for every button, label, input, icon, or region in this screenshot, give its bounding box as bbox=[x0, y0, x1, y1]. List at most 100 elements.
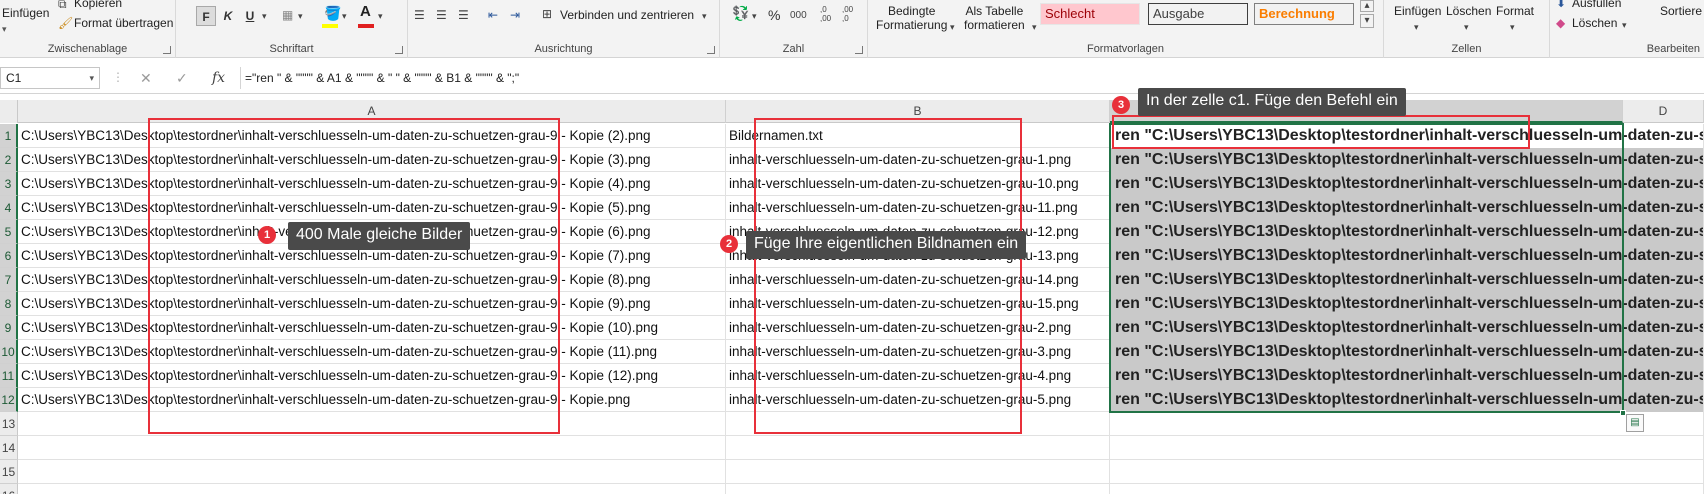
style-calculation[interactable]: Berechnung bbox=[1254, 3, 1354, 25]
row-header[interactable]: 11 bbox=[0, 364, 18, 388]
cell-b[interactable]: inhalt-verschluesseln-um-daten-zu-schuet… bbox=[726, 364, 1110, 388]
italic-button[interactable]: K bbox=[218, 6, 238, 26]
column-header-b[interactable]: B bbox=[726, 100, 1110, 123]
delete-cells-button[interactable]: Löschen bbox=[1446, 4, 1491, 18]
cell-c[interactable]: ren "C:\Users\YBC13\Desktop\testordner\i… bbox=[1110, 340, 1704, 364]
enter-icon[interactable]: ✓ bbox=[176, 70, 188, 87]
row-header[interactable]: 10 bbox=[0, 340, 18, 364]
row-header[interactable]: 2 bbox=[0, 148, 18, 172]
align-right-icon[interactable]: ☰ bbox=[458, 8, 469, 22]
format-cells-button[interactable]: Format bbox=[1496, 4, 1534, 18]
cell-b[interactable]: inhalt-verschluesseln-um-daten-zu-schuet… bbox=[726, 388, 1110, 412]
cell-a[interactable]: C:\Users\YBC13\Desktop\testordner\inhalt… bbox=[18, 196, 726, 220]
cell-c[interactable]: ren "C:\Users\YBC13\Desktop\testordner\i… bbox=[1110, 172, 1704, 196]
increase-indent-icon[interactable]: ⇥ bbox=[510, 8, 520, 22]
cell-b[interactable]: inhalt-verschluesseln-um-daten-zu-schuet… bbox=[726, 340, 1110, 364]
fill-button[interactable]: Ausfüllen bbox=[1572, 0, 1621, 10]
clipboard-launcher-icon[interactable] bbox=[163, 46, 171, 54]
name-box[interactable]: C1 ▾ bbox=[0, 67, 100, 89]
font-color-icon[interactable]: A bbox=[360, 4, 371, 19]
cell-c[interactable] bbox=[1110, 436, 1704, 460]
styles-scroll-up-icon[interactable]: ▴ bbox=[1360, 0, 1374, 12]
quick-analysis-icon[interactable]: ▤ bbox=[1626, 414, 1644, 432]
cell-c[interactable]: ren "C:\Users\YBC13\Desktop\testordner\i… bbox=[1110, 196, 1704, 220]
borders-icon[interactable]: ▦ bbox=[282, 8, 293, 22]
row-header[interactable]: 16 bbox=[0, 484, 18, 494]
copy-button[interactable]: Kopieren bbox=[74, 0, 122, 10]
cell-a[interactable]: C:\Users\YBC13\Desktop\testordner\inhalt… bbox=[18, 340, 726, 364]
fill-color-dropdown-icon[interactable]: ▾ bbox=[342, 9, 347, 23]
cell-b[interactable]: Bildernamen.txt bbox=[726, 124, 1110, 148]
underline-button[interactable]: U bbox=[240, 6, 260, 26]
cell-c[interactable] bbox=[1110, 412, 1704, 436]
percent-button[interactable]: % bbox=[768, 8, 780, 22]
cell-b[interactable]: inhalt-verschluesseln-um-daten-zu-schuet… bbox=[726, 148, 1110, 172]
increase-decimal-button[interactable]: ,0 ,00 bbox=[820, 5, 831, 23]
row-header[interactable]: 4 bbox=[0, 196, 18, 220]
row-header[interactable]: 9 bbox=[0, 316, 18, 340]
cell-c[interactable]: ren "C:\Users\YBC13\Desktop\testordner\i… bbox=[1110, 364, 1704, 388]
delete-cells-dropdown-icon[interactable]: ▾ bbox=[1464, 20, 1469, 34]
cell-c[interactable] bbox=[1110, 484, 1704, 494]
row-header[interactable]: 1 bbox=[0, 124, 18, 148]
alignment-launcher-icon[interactable] bbox=[707, 46, 715, 54]
row-header[interactable]: 14 bbox=[0, 436, 18, 460]
cell-b[interactable]: inhalt-verschluesseln-um-daten-zu-schuet… bbox=[726, 172, 1110, 196]
cell-a[interactable]: C:\Users\YBC13\Desktop\testordner\inhalt… bbox=[18, 292, 726, 316]
cell-c[interactable]: ren "C:\Users\YBC13\Desktop\testordner\i… bbox=[1110, 268, 1704, 292]
formula-input[interactable]: ="ren " & """" & A1 & """" & " " & """" … bbox=[240, 67, 1704, 89]
row-header[interactable]: 7 bbox=[0, 268, 18, 292]
select-all-corner[interactable] bbox=[0, 100, 18, 123]
format-painter-button[interactable]: Format übertragen bbox=[74, 16, 173, 30]
cell-b[interactable]: inhalt-verschluesseln-um-daten-zu-schuet… bbox=[726, 196, 1110, 220]
merge-center-button[interactable]: Verbinden und zentrieren bbox=[560, 8, 694, 22]
cell-a[interactable]: C:\Users\YBC13\Desktop\testordner\inhalt… bbox=[18, 364, 726, 388]
cell-c[interactable]: ren "C:\Users\YBC13\Desktop\testordner\i… bbox=[1110, 388, 1704, 412]
accounting-dropdown-icon[interactable]: ▾ bbox=[752, 9, 757, 23]
insert-cells-dropdown-icon[interactable]: ▾ bbox=[1414, 20, 1419, 34]
cell-a[interactable]: C:\Users\YBC13\Desktop\testordner\inhalt… bbox=[18, 268, 726, 292]
clear-button[interactable]: Löschen bbox=[1572, 16, 1617, 30]
cell-c[interactable]: ren "C:\Users\YBC13\Desktop\testordner\i… bbox=[1110, 124, 1704, 148]
cell-a[interactable] bbox=[18, 436, 726, 460]
cell-a[interactable]: C:\Users\YBC13\Desktop\testordner\inhalt… bbox=[18, 388, 726, 412]
font-launcher-icon[interactable] bbox=[395, 46, 403, 54]
paste-button[interactable]: Einfügen bbox=[2, 6, 49, 20]
cell-b[interactable] bbox=[726, 436, 1110, 460]
cell-c[interactable]: ren "C:\Users\YBC13\Desktop\testordner\i… bbox=[1110, 316, 1704, 340]
cell-a[interactable] bbox=[18, 484, 726, 494]
decrease-decimal-button[interactable]: ,00 ,0 bbox=[842, 5, 853, 23]
row-header[interactable]: 6 bbox=[0, 244, 18, 268]
row-header[interactable]: 15 bbox=[0, 460, 18, 484]
cell-a[interactable] bbox=[18, 412, 726, 436]
merge-dropdown-icon[interactable]: ▾ bbox=[702, 9, 707, 23]
fill-color-icon[interactable]: 🪣 bbox=[324, 6, 341, 20]
cell-a[interactable]: C:\Users\YBC13\Desktop\testordner\inhalt… bbox=[18, 172, 726, 196]
row-header[interactable]: 5 bbox=[0, 220, 18, 244]
row-header[interactable]: 13 bbox=[0, 412, 18, 436]
align-left-icon[interactable]: ☰ bbox=[414, 8, 425, 22]
conditional-dropdown-icon[interactable]: ▾ bbox=[950, 20, 955, 34]
style-bad[interactable]: Schlecht bbox=[1040, 3, 1140, 25]
column-header-d[interactable]: D bbox=[1623, 100, 1704, 123]
insert-cells-button[interactable]: Einfügen bbox=[1394, 4, 1441, 18]
cell-c[interactable]: ren "C:\Users\YBC13\Desktop\testordner\i… bbox=[1110, 244, 1704, 268]
font-color-dropdown-icon[interactable]: ▾ bbox=[378, 9, 383, 23]
style-output[interactable]: Ausgabe bbox=[1148, 3, 1248, 25]
format-as-table-button[interactable]: Als Tabelle formatieren bbox=[964, 4, 1025, 32]
cell-a[interactable]: C:\Users\YBC13\Desktop\testordner\inhalt… bbox=[18, 124, 726, 148]
cell-c[interactable] bbox=[1110, 460, 1704, 484]
cell-a[interactable]: C:\Users\YBC13\Desktop\testordner\inhalt… bbox=[18, 148, 726, 172]
insert-function-icon[interactable]: fx bbox=[212, 70, 225, 86]
row-header[interactable]: 3 bbox=[0, 172, 18, 196]
cell-b[interactable] bbox=[726, 460, 1110, 484]
cell-b[interactable] bbox=[726, 412, 1110, 436]
cell-b[interactable]: inhalt-verschluesseln-um-daten-zu-schuet… bbox=[726, 268, 1110, 292]
styles-more-icon[interactable]: ▾ bbox=[1360, 14, 1374, 28]
bold-button[interactable]: F bbox=[196, 6, 216, 26]
conditional-formatting-button[interactable]: Bedingte Formatierung bbox=[876, 4, 947, 32]
clear-dropdown-icon[interactable]: ▾ bbox=[1622, 18, 1627, 32]
format-as-table-dropdown-icon[interactable]: ▾ bbox=[1032, 20, 1037, 34]
paste-dropdown-icon[interactable]: ▾ bbox=[2, 22, 7, 36]
cell-b[interactable] bbox=[726, 484, 1110, 494]
